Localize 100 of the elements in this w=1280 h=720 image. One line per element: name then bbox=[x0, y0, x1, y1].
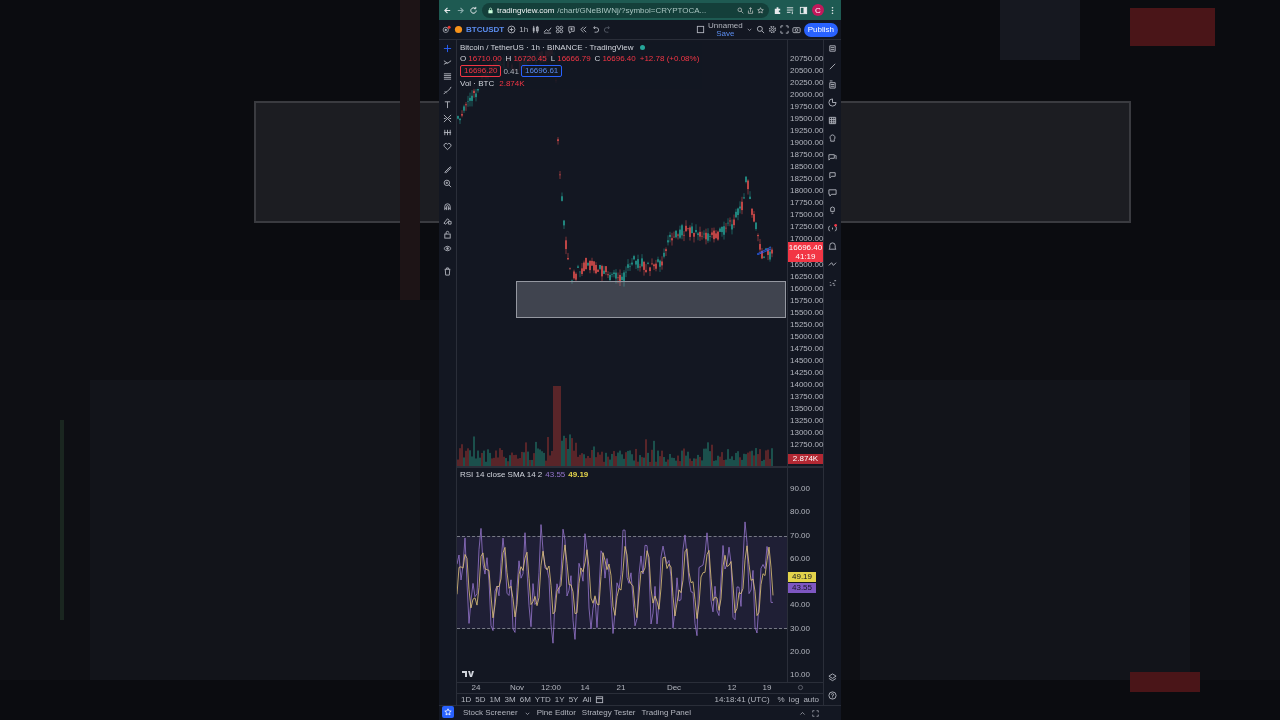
price-tick: 16500.00 bbox=[789, 259, 823, 271]
panel-tab[interactable]: Strategy Tester bbox=[581, 709, 636, 717]
timeframe-button[interactable]: 6M bbox=[519, 695, 531, 704]
zoom-in-icon[interactable] bbox=[443, 179, 452, 188]
calendar-icon[interactable] bbox=[595, 695, 605, 704]
candles-icon[interactable] bbox=[531, 25, 541, 34]
timeframe-button[interactable]: 3M bbox=[504, 695, 516, 704]
scale-button[interactable]: auto bbox=[803, 695, 819, 704]
logo-icon[interactable] bbox=[462, 670, 474, 678]
scale-button[interactable]: % bbox=[777, 695, 785, 704]
search-icon[interactable] bbox=[755, 25, 765, 34]
reload-icon[interactable] bbox=[469, 5, 478, 15]
price-tick: 16000.00 bbox=[789, 283, 823, 295]
back-icon[interactable] bbox=[443, 5, 452, 15]
checkbox-icon[interactable] bbox=[696, 25, 706, 34]
chat-icon[interactable] bbox=[828, 152, 837, 161]
timeframe-button[interactable]: 5D bbox=[475, 695, 486, 704]
timeframe-button[interactable]: 1Y bbox=[554, 695, 565, 704]
price-tick: 13750.00 bbox=[789, 391, 823, 403]
undo-icon[interactable] bbox=[591, 25, 601, 34]
panel-tab[interactable]: Trading Panel bbox=[641, 709, 691, 717]
rsi-tick: 70.00 bbox=[789, 529, 812, 542]
zoom-icon[interactable] bbox=[737, 6, 744, 14]
trend-lines-icon[interactable] bbox=[757, 245, 771, 255]
rewind-icon[interactable] bbox=[579, 25, 589, 34]
chat-icon[interactable] bbox=[828, 170, 837, 179]
sidebar-icon[interactable] bbox=[799, 5, 808, 15]
layout-button[interactable]: Unnamed Save bbox=[708, 21, 743, 38]
puzzle-icon[interactable] bbox=[773, 5, 782, 15]
timeframe-button[interactable]: YTD bbox=[534, 695, 551, 704]
publish-button[interactable]: Publish bbox=[803, 22, 838, 37]
watchlist-icon[interactable] bbox=[828, 44, 837, 53]
market-status-icon bbox=[639, 45, 645, 50]
share-icon[interactable] bbox=[747, 6, 754, 14]
price-tick: 16250.00 bbox=[789, 271, 823, 283]
notes-icon[interactable] bbox=[828, 80, 837, 89]
timeframe-button[interactable]: All bbox=[582, 695, 592, 704]
message-icon[interactable] bbox=[828, 188, 837, 197]
bell-icon[interactable] bbox=[828, 242, 837, 251]
panel-tab[interactable]: Pine Editor bbox=[536, 709, 576, 717]
caret-icon[interactable] bbox=[745, 26, 753, 33]
trend-line-icon[interactable] bbox=[443, 58, 452, 67]
favorites-button[interactable] bbox=[441, 706, 454, 718]
panel-tab[interactable]: Stock Screener bbox=[463, 709, 518, 717]
forward-icon[interactable] bbox=[456, 5, 465, 15]
text-icon[interactable] bbox=[443, 100, 452, 109]
rsi-tick: 30.00 bbox=[789, 622, 812, 635]
indicators-icon[interactable] bbox=[543, 25, 553, 34]
interval-button[interactable]: 1h bbox=[519, 25, 529, 34]
rectangle-drawing[interactable] bbox=[516, 281, 786, 318]
address-bar[interactable]: tradingview.com /chart/GNeBIWNj/?symbol=CRYPTOCA... bbox=[482, 2, 769, 18]
time-tick: 19 bbox=[762, 683, 772, 693]
timeframe-button[interactable]: 5Y bbox=[568, 695, 579, 704]
playlist-icon[interactable] bbox=[786, 5, 795, 15]
maximize-icon[interactable] bbox=[812, 709, 819, 717]
timeframe-button[interactable]: 1M bbox=[489, 695, 501, 704]
pattern-icon[interactable] bbox=[443, 114, 452, 123]
price-tick: 13000.00 bbox=[789, 427, 823, 439]
trash-icon[interactable] bbox=[443, 267, 452, 276]
alert-icon[interactable] bbox=[567, 25, 577, 34]
wave-icon[interactable] bbox=[828, 260, 837, 269]
price-tick: 17250.00 bbox=[789, 221, 823, 233]
price-change: +12.78 (+0.08%) bbox=[639, 54, 700, 63]
dots-icon[interactable] bbox=[828, 278, 837, 287]
collapse-icon[interactable] bbox=[799, 709, 806, 717]
profile-avatar[interactable]: C bbox=[812, 4, 824, 16]
rsi-tick: 40.00 bbox=[789, 599, 812, 612]
table-icon[interactable] bbox=[828, 116, 837, 125]
sell-button[interactable]: 16696.20 bbox=[460, 65, 502, 77]
symbol-button[interactable]: BTCUSDT bbox=[466, 25, 505, 34]
layers-icon[interactable] bbox=[828, 673, 837, 682]
scale-button[interactable]: log bbox=[788, 695, 800, 704]
price-tick: 15500.00 bbox=[789, 307, 823, 319]
lock-icon[interactable] bbox=[443, 230, 452, 239]
eye-icon[interactable] bbox=[443, 244, 452, 253]
timeframe-button[interactable]: 1D bbox=[461, 695, 472, 704]
crosshair-icon[interactable] bbox=[443, 44, 452, 53]
price-tick: 17750.00 bbox=[789, 197, 823, 209]
price-tick: 18500.00 bbox=[789, 161, 823, 173]
price-tick: 13500.00 bbox=[789, 403, 823, 415]
buy-button[interactable]: 16696.61 bbox=[520, 65, 563, 77]
heart-icon[interactable] bbox=[443, 142, 452, 151]
bars-icon[interactable] bbox=[443, 128, 452, 137]
price-tick: 19500.00 bbox=[789, 113, 823, 125]
chart-title: Bitcoin / TetherUS · 1h · BINANCE · TradingView bbox=[460, 43, 634, 52]
help-icon[interactable] bbox=[828, 691, 837, 700]
price-tick: 12750.00 bbox=[789, 439, 823, 451]
add-icon[interactable] bbox=[507, 25, 517, 34]
logo-icon[interactable] bbox=[442, 25, 451, 34]
line-tool-icon[interactable] bbox=[828, 62, 837, 71]
grid-icon[interactable] bbox=[555, 25, 565, 34]
magnet-icon[interactable] bbox=[443, 202, 452, 211]
lines-icon[interactable] bbox=[443, 72, 452, 81]
coin-icon bbox=[454, 25, 463, 34]
camera-icon[interactable] bbox=[791, 25, 801, 34]
ruler-icon[interactable] bbox=[443, 165, 452, 174]
brush-icon[interactable] bbox=[443, 86, 452, 95]
fullscreen-icon[interactable] bbox=[779, 25, 789, 34]
star-icon[interactable] bbox=[757, 6, 764, 14]
broadcast-icon[interactable] bbox=[828, 224, 837, 233]
